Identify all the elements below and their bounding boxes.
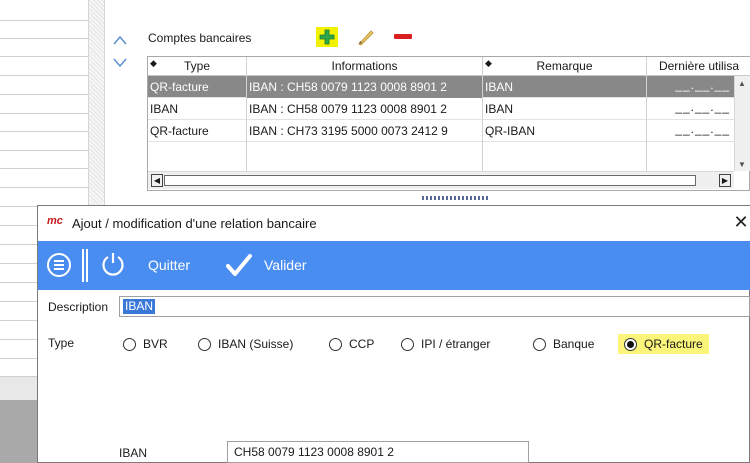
description-label: Description [48, 300, 109, 314]
table-row[interactable]: IBAN IBAN : CH58 0079 1123 0008 8901 2 I… [148, 98, 734, 120]
cell-empty [148, 142, 247, 171]
cell-last-used: __.__.__ [675, 122, 730, 136]
radio-bvr[interactable]: BVR [123, 334, 168, 354]
cell-remarque: IBAN [483, 76, 647, 98]
cell-remarque: IBAN [483, 98, 647, 120]
validate-button[interactable]: Valider [264, 257, 307, 273]
cell-empty [247, 142, 483, 171]
table-header: ◆ Type Informations ◆ Remarque Dernière ut… [148, 57, 750, 76]
left-panel-footer [0, 376, 38, 400]
bank-relation-dialog: mc Ajout / modification d'une relation b… [37, 205, 750, 463]
power-icon[interactable] [100, 251, 126, 277]
radio-banque[interactable]: Banque [533, 334, 594, 354]
minus-icon[interactable] [394, 34, 412, 39]
cell-informations: IBAN : CH73 3195 5000 0073 2412 9 [247, 120, 483, 142]
column-header-informations[interactable]: Informations [247, 57, 483, 76]
radio-circle[interactable] [624, 337, 637, 351]
arrow-down-icon[interactable] [113, 58, 127, 68]
app-logo: mc [47, 215, 63, 227]
cell-remarque: QR-IBAN [483, 120, 647, 142]
plus-icon[interactable] [316, 27, 338, 47]
close-icon[interactable]: ✕ [732, 211, 750, 233]
cell-last-used: __.__.__ [675, 100, 730, 114]
radio-ipi-etranger[interactable]: IPI / étranger [401, 334, 490, 354]
radio-qr-facture[interactable]: QR-facture [618, 334, 709, 354]
radio-circle[interactable] [123, 337, 136, 351]
radio-circle[interactable] [198, 337, 211, 351]
column-header-remarque[interactable]: ◆ Remarque [483, 57, 647, 76]
description-input[interactable]: IBAN [119, 296, 750, 317]
iban-label: IBAN [119, 446, 148, 460]
dialog-toolbar: Quitter Valider [38, 241, 750, 290]
vertical-scrollbar[interactable]: ▲ ▼ [734, 76, 750, 171]
column-header-type[interactable]: ◆ Type [148, 57, 247, 76]
table-row[interactable]: QR-facture IBAN : CH73 3195 5000 0073 24… [148, 120, 734, 142]
pencil-icon[interactable] [356, 28, 376, 46]
splitter-handle[interactable] [422, 196, 488, 200]
column-header-last-used[interactable]: Dernière utilisa [647, 57, 750, 76]
table-row[interactable]: QR-facture IBAN : CH58 0079 1123 0008 89… [148, 76, 734, 98]
scroll-thumb[interactable] [164, 175, 696, 186]
scroll-right-icon[interactable]: ▶ [719, 174, 731, 187]
dialog-title: Ajout / modification d'une relation banc… [72, 216, 317, 231]
horizontal-scrollbar[interactable]: ◀ ▶ [148, 171, 734, 189]
menu-icon[interactable] [46, 252, 72, 278]
cell-informations: IBAN : CH58 0079 1123 0008 8901 2 [247, 76, 483, 98]
cell-type: IBAN [148, 98, 247, 120]
cell-type: QR-facture [148, 120, 247, 142]
left-panel-status [0, 400, 38, 463]
radio-ccp[interactable]: CCP [329, 334, 374, 354]
radio-circle[interactable] [329, 337, 342, 351]
radio-circle[interactable] [533, 337, 546, 351]
iban-input[interactable]: CH58 0079 1123 0008 8901 2 [227, 441, 529, 463]
table-row-empty [148, 142, 734, 171]
cell-empty [483, 142, 647, 171]
quit-button[interactable]: Quitter [148, 257, 190, 273]
radio-circle[interactable] [401, 337, 414, 351]
arrow-up-icon[interactable] [113, 35, 127, 45]
cell-type: QR-facture [148, 76, 247, 98]
scroll-left-icon[interactable]: ◀ [151, 174, 163, 187]
accounts-table: ◆ Type Informations ◆ Remarque Dernière ut… [147, 56, 750, 191]
checkmark-icon[interactable] [226, 253, 252, 277]
toolbar-separator [82, 249, 88, 282]
dialog-titlebar: mc Ajout / modification d'une relation b… [38, 206, 750, 241]
cell-informations: IBAN : CH58 0079 1123 0008 8901 2 [247, 98, 483, 120]
section-title: Comptes bancaires [148, 31, 252, 45]
cell-last-used: __.__.__ [675, 78, 730, 92]
type-label: Type [48, 336, 75, 350]
radio-iban-suisse[interactable]: IBAN (Suisse) [198, 334, 293, 354]
